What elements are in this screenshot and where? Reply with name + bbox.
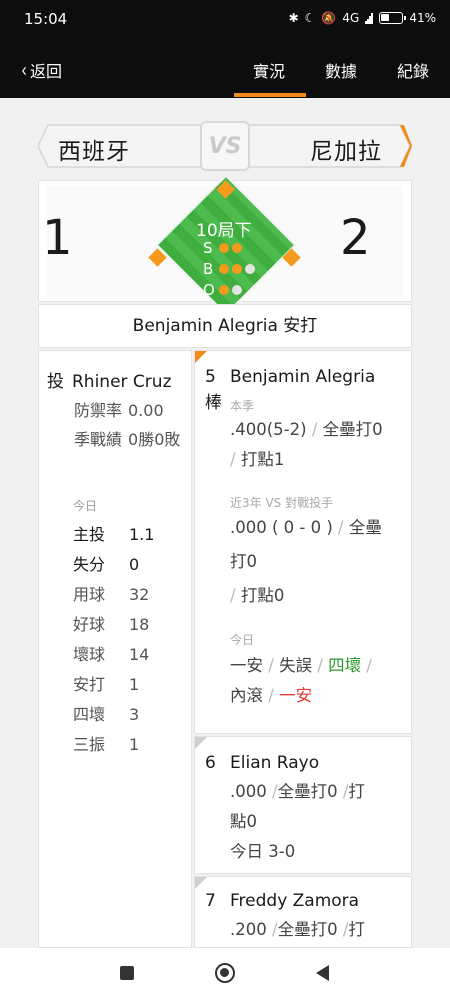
home-team-name: 西班牙 <box>58 139 130 165</box>
status-icons: ✱ ☾ 🔕 4G 41% <box>289 11 436 25</box>
season-stats: .400(5-2) / 全壘打0/ 打點1 <box>230 420 383 469</box>
current-batter-card[interactable]: 5棒 Benjamin Alegria 本季 .400(5-2) / 全壘打0/… <box>194 350 412 734</box>
pitcher-stat-value: 3 <box>129 705 140 724</box>
card-corner <box>195 877 207 889</box>
strike-dot-2 <box>232 243 242 253</box>
pitcher-stat-row: 用球 32 <box>73 581 149 605</box>
pitcher-stat-label: 壞球 <box>73 645 106 664</box>
strike-dot-1 <box>219 243 229 253</box>
pitcher-stat-row: 安打 1 <box>73 671 139 695</box>
pitcher-stat-row: 壞球 14 <box>73 641 149 665</box>
pitcher-stat-label: 主投 <box>73 525 106 544</box>
pitcher-stat-label: 失分 <box>73 555 106 574</box>
pitcher-era: 防禦率 0.00 <box>74 401 164 420</box>
pitcher-stat-row: 主投 1.1 <box>73 521 154 545</box>
pitcher-stat-value: 18 <box>129 615 150 634</box>
tab-stats[interactable]: 數據 <box>325 58 357 82</box>
pitcher-name[interactable]: Rhiner Cruz <box>72 372 172 392</box>
bluetooth-icon: ✱ <box>288 11 299 25</box>
system-nav-bar <box>0 948 450 1000</box>
batter-today-results: 一安 / 失誤 / 四壞 / 內滾 / 一安 <box>230 656 372 705</box>
back-label: 返回 <box>30 62 63 81</box>
ball-label: B <box>203 260 214 278</box>
pitcher-stat-value: 0 <box>129 555 140 574</box>
pitcher-stat-label: 三振 <box>73 735 106 754</box>
ball-dot-1 <box>219 264 229 274</box>
ball-count: B <box>203 260 255 278</box>
home-score: 1 <box>42 210 73 266</box>
recents-button[interactable] <box>120 966 134 980</box>
network-label: 4G <box>342 11 360 25</box>
tab-records[interactable]: 紀錄 <box>397 58 429 82</box>
pitcher-stat-label: 安打 <box>73 675 106 694</box>
pitcher-stat-row: 四壞 3 <box>73 701 139 725</box>
ondeck-batter-stats: .200 /全壘打0 /打 <box>230 920 365 939</box>
pitcher-stat-row: 失分 0 <box>73 551 139 575</box>
out-dot-2 <box>232 285 242 295</box>
pitcher-record: 季戰績 0勝0敗 <box>74 430 181 449</box>
mute-bell-icon: 🔕 <box>321 11 337 25</box>
batter-today-label: 今日 <box>230 633 255 647</box>
back-button[interactable]: ‹ 返回 <box>20 58 62 82</box>
top-bar: 15:04 ✱ ☾ 🔕 4G 41% ‹ 返回 實況 數據 紀錄 <box>0 0 450 98</box>
inning-label: 10局下 <box>196 221 252 241</box>
season-label: 本季 <box>230 399 255 413</box>
team-banner: 西班牙 尼加拉 VS <box>38 121 412 171</box>
batter-order: 5棒 <box>205 367 222 413</box>
pitcher-stat-value: 32 <box>129 585 150 604</box>
out-count: O <box>203 281 242 299</box>
vs-pitcher-stats: .000 ( 0 - 0 ) / 全壘 打0/ 打點0 <box>230 518 382 605</box>
pitcher-role: 投 <box>47 372 64 392</box>
pitcher-stat-value: 1 <box>129 675 140 694</box>
pitcher-panel: 投 Rhiner Cruz 防禦率 0.00 季戰績 0勝0敗 今日 主投 1.1 失分 0… <box>38 350 192 948</box>
away-score: 2 <box>340 210 371 266</box>
back-nav-button[interactable] <box>316 965 329 981</box>
pitcher-stat-label: 好球 <box>73 615 106 634</box>
home-button[interactable] <box>215 963 235 983</box>
ball-dot-2 <box>232 264 242 274</box>
next-batter-order: 6 <box>205 753 216 773</box>
status-time: 15:04 <box>24 10 68 28</box>
strike-count: S <box>203 239 242 257</box>
card-corner <box>195 737 207 749</box>
pitcher-header: 投 Rhiner Cruz <box>47 367 172 392</box>
moon-icon: ☾ <box>304 11 316 25</box>
pitcher-stat-row: 三振 1 <box>73 731 139 755</box>
signal-icon <box>365 12 374 24</box>
ondeck-batter-order: 7 <box>205 891 216 911</box>
away-team-name: 尼加拉 <box>310 139 382 165</box>
status-bar: 15:04 ✱ ☾ 🔕 4G 41% <box>0 0 450 40</box>
vs-pitcher-label: 近3年 VS 對戰投手 <box>230 496 334 510</box>
batter-list: 5棒 Benjamin Alegria 本季 .400(5-2) / 全壘打0/… <box>194 350 412 948</box>
pitcher-today-label: 今日 <box>73 499 98 513</box>
ball-dot-3 <box>245 264 255 274</box>
pitcher-stat-label: 用球 <box>73 585 106 604</box>
battery-icon <box>379 12 407 24</box>
strike-label: S <box>203 239 213 257</box>
batter-name: Benjamin Alegria <box>230 367 376 387</box>
pitcher-stat-value: 1 <box>129 735 140 754</box>
active-tab-indicator <box>234 93 306 97</box>
ondeck-batter-card[interactable]: 7 Freddy Zamora .200 /全壘打0 /打 <box>194 876 412 948</box>
pitcher-stat-label: 四壞 <box>73 705 106 724</box>
tab-live[interactable]: 實況 <box>253 58 285 82</box>
current-play: Benjamin Alegria 安打 <box>38 304 412 348</box>
pitcher-stat-row: 好球 18 <box>73 611 149 635</box>
out-dot-1 <box>219 285 229 295</box>
vs-badge: VS <box>200 121 250 171</box>
battery-percent: 41% <box>409 11 436 25</box>
top-nav: ‹ 返回 實況 數據 紀錄 <box>0 48 450 98</box>
next-batter-name: Elian Rayo <box>230 753 320 773</box>
pitcher-stat-value: 14 <box>129 645 150 664</box>
ondeck-batter-name: Freddy Zamora <box>230 891 360 911</box>
pitcher-stat-value: 1.1 <box>129 525 155 544</box>
next-batter-card[interactable]: 6 Elian Rayo .000 /全壘打0 /打 點0 今日 3-0 <box>194 736 412 874</box>
out-label: O <box>203 281 215 299</box>
next-batter-stats: .000 /全壘打0 /打 點0 今日 3-0 <box>230 782 365 861</box>
chevron-left-icon: ‹ <box>21 58 27 82</box>
current-indicator <box>195 351 207 363</box>
